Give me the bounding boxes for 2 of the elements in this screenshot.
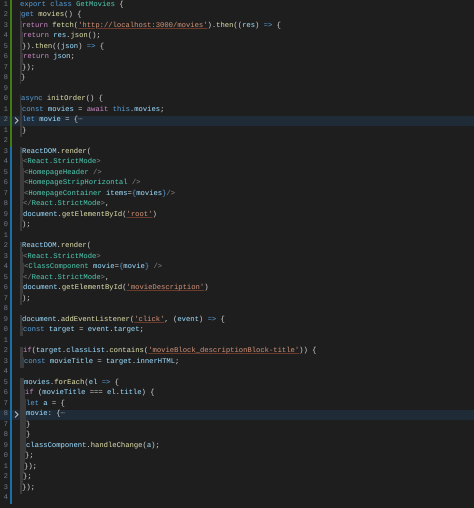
chevron-right-icon[interactable] xyxy=(14,411,18,418)
chevron-right-icon[interactable] xyxy=(14,117,18,124)
